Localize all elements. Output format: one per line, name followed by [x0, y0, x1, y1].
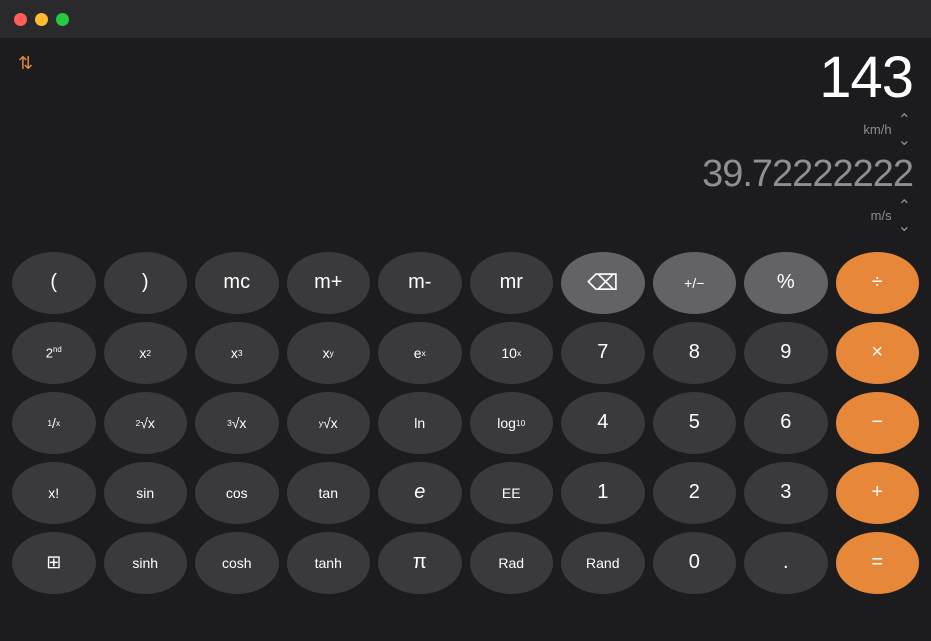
button-6[interactable]: 6 [744, 392, 828, 454]
button-___[interactable]: +/− [653, 252, 737, 314]
button-_[interactable]: . [744, 532, 828, 594]
button-_[interactable]: × [836, 322, 920, 384]
button-cos[interactable]: cos [195, 462, 279, 524]
button-4[interactable]: 4 [561, 392, 645, 454]
button-e_[interactable]: ex [378, 322, 462, 384]
button-_[interactable]: ÷ [836, 252, 920, 314]
main-unit-stepper[interactable]: ⌃⌄ [896, 110, 913, 150]
buttons-area: ()mcm+m-mr⌫+/−%÷ 2ndx2x3xyex10x789× 1/x2√x… [0, 246, 931, 612]
button-mc[interactable]: mc [195, 252, 279, 314]
title-bar [0, 0, 931, 38]
button-2[interactable]: 2 [653, 462, 737, 524]
button-x_[interactable]: x2 [104, 322, 188, 384]
button-_[interactable]: ) [104, 252, 188, 314]
main-value: 143 [18, 46, 913, 110]
button-e[interactable]: e [378, 462, 462, 524]
button-tanh[interactable]: tanh [287, 532, 371, 594]
button-_[interactable]: ⌫ [561, 252, 645, 314]
button-2__[interactable]: 2nd [12, 322, 96, 384]
button-3[interactable]: 3 [744, 462, 828, 524]
button-_[interactable]: ( [12, 252, 96, 314]
close-button[interactable] [14, 13, 27, 26]
button-x_[interactable]: x! [12, 462, 96, 524]
button-row-1: ()mcm+m-mr⌫+/−%÷ [12, 252, 919, 314]
button-sin[interactable]: sin [104, 462, 188, 524]
button-sinh[interactable]: sinh [104, 532, 188, 594]
zoom-button[interactable] [56, 13, 69, 26]
button-log__[interactable]: log10 [470, 392, 554, 454]
button-9[interactable]: 9 [744, 322, 828, 384]
button-EE[interactable]: EE [470, 462, 554, 524]
button-__x[interactable]: 3√x [195, 392, 279, 454]
button-1[interactable]: 1 [561, 462, 645, 524]
button-_[interactable]: π [378, 532, 462, 594]
button-x_[interactable]: x3 [195, 322, 279, 384]
button-_[interactable]: = [836, 532, 920, 594]
button-tan[interactable]: tan [287, 462, 371, 524]
button-Rad[interactable]: Rad [470, 532, 554, 594]
button-7[interactable]: 7 [561, 322, 645, 384]
button-m_[interactable]: m+ [287, 252, 371, 314]
button-row-2: 2ndx2x3xyex10x789× [12, 322, 919, 384]
button-cosh[interactable]: cosh [195, 532, 279, 594]
button-_[interactable]: ⊞ [12, 532, 96, 594]
secondary-unit-label: m/s [871, 208, 892, 223]
conversion-display: 143 km/h ⌃⌄ 39.72222222 m/s ⌃⌄ [18, 46, 913, 236]
button-x_[interactable]: xy [287, 322, 371, 384]
button-_[interactable]: + [836, 462, 920, 524]
main-unit-label: km/h [863, 122, 891, 137]
button-10_[interactable]: 10x [470, 322, 554, 384]
button-8[interactable]: 8 [653, 322, 737, 384]
button-__x[interactable]: y√x [287, 392, 371, 454]
button-__x[interactable]: 2√x [104, 392, 188, 454]
button-__x[interactable]: 1/x [12, 392, 96, 454]
button-5[interactable]: 5 [653, 392, 737, 454]
secondary-unit-row: m/s ⌃⌄ [18, 196, 913, 236]
secondary-value: 39.72222222 [18, 154, 913, 196]
button-ln[interactable]: ln [378, 392, 462, 454]
secondary-unit-stepper[interactable]: ⌃⌄ [896, 196, 913, 236]
button-row-5: ⊞sinhcoshtanhπRadRand0.= [12, 532, 919, 594]
button-Rand[interactable]: Rand [561, 532, 645, 594]
button-mr[interactable]: mr [470, 252, 554, 314]
button-_[interactable]: % [744, 252, 828, 314]
button-_[interactable]: − [836, 392, 920, 454]
minimize-button[interactable] [35, 13, 48, 26]
display-area: ⇅ 143 km/h ⌃⌄ 39.72222222 m/s ⌃⌄ [0, 38, 931, 246]
sort-icon[interactable]: ⇅ [18, 54, 33, 72]
button-row-3: 1/x2√x3√xy√xlnlog10456− [12, 392, 919, 454]
button-row-4: x!sincostaneEE123+ [12, 462, 919, 524]
button-m_[interactable]: m- [378, 252, 462, 314]
main-unit-row: km/h ⌃⌄ [18, 110, 913, 150]
button-0[interactable]: 0 [653, 532, 737, 594]
